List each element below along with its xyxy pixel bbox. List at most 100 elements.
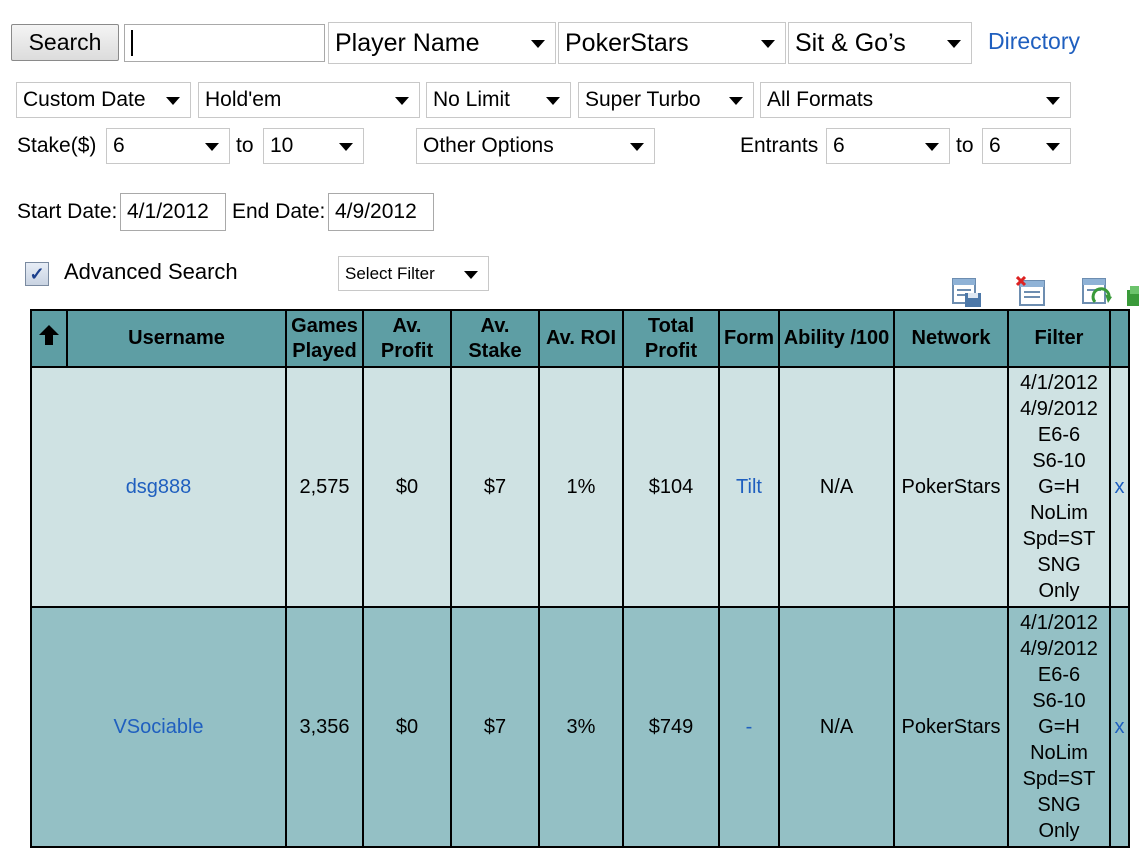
entrants-to-value: 6 xyxy=(989,134,1001,157)
username-link[interactable]: VSociable xyxy=(113,716,203,738)
ability-cell: N/A xyxy=(778,606,895,848)
form-cell: - xyxy=(718,606,780,848)
select-filter-dropdown[interactable]: Select Filter xyxy=(338,256,489,291)
stake-to-label: to xyxy=(236,134,254,157)
select-filter-value: Select Filter xyxy=(345,263,435,283)
other-options-value: Other Options xyxy=(423,134,554,157)
advanced-search-checkbox[interactable]: ✓ xyxy=(25,262,49,286)
directory-link[interactable]: Directory xyxy=(988,28,1080,55)
filter-line: 4/9/2012 xyxy=(1020,638,1098,660)
results-table: Username Games Played Av. Profit Av. Sta… xyxy=(30,309,1130,848)
end-date-input[interactable]: 4/9/2012 xyxy=(328,193,434,231)
sort-up-arrow-icon[interactable] xyxy=(38,324,60,346)
search-button[interactable]: Search xyxy=(11,24,119,61)
speed-dropdown[interactable]: Super Turbo xyxy=(578,82,754,118)
stake-from-dropdown[interactable]: 6 xyxy=(106,128,230,164)
av-profit-cell: $0 xyxy=(362,606,452,848)
limit-dropdown[interactable]: No Limit xyxy=(426,82,571,118)
chevron-down-icon xyxy=(729,97,743,105)
start-date-input[interactable]: 4/1/2012 xyxy=(120,193,226,231)
text-cursor xyxy=(131,30,133,56)
filter-line: Spd=ST xyxy=(1022,768,1096,790)
chevron-down-icon xyxy=(531,40,545,48)
game-dropdown[interactable]: Hold'em xyxy=(198,82,420,118)
refresh-filter-icon[interactable] xyxy=(1081,276,1113,308)
column-header-username[interactable]: Username xyxy=(66,309,287,368)
column-header-av-profit[interactable]: Av. Profit xyxy=(362,309,452,368)
stake-label: Stake($) xyxy=(17,134,97,157)
limit-value: No Limit xyxy=(433,88,511,111)
chevron-down-icon xyxy=(1046,97,1060,105)
filter-line: NoLim xyxy=(1030,742,1088,764)
remove-row-link[interactable]: x xyxy=(1115,716,1125,738)
filter-line: SNG xyxy=(1037,554,1081,576)
chevron-down-icon xyxy=(205,143,219,151)
stake-from-value: 6 xyxy=(113,134,125,157)
game-category-dropdown[interactable]: Sit & Go’s xyxy=(788,22,972,64)
filter-line: S6-10 xyxy=(1032,450,1086,472)
sort-column-header[interactable] xyxy=(30,309,68,368)
filter-line: NoLim xyxy=(1030,502,1088,524)
chevron-down-icon xyxy=(166,97,180,105)
form-link[interactable]: - xyxy=(746,716,753,738)
game-value: Hold'em xyxy=(205,88,282,111)
table-row: VSociable 3,356 $0 $7 3% $749 - N/A Poke… xyxy=(30,606,1130,848)
column-header-total-profit[interactable]: Total Profit xyxy=(622,309,720,368)
filter-line: SNG xyxy=(1037,794,1081,816)
entrants-from-dropdown[interactable]: 6 xyxy=(826,128,950,164)
column-header-av-stake[interactable]: Av. Stake xyxy=(450,309,540,368)
column-header-filter[interactable]: Filter xyxy=(1007,309,1111,368)
network-dropdown[interactable]: PokerStars xyxy=(558,22,786,64)
chevron-down-icon xyxy=(1046,143,1060,151)
games-played-cell: 2,575 xyxy=(285,366,364,608)
filter-line: 4/9/2012 xyxy=(1020,398,1098,420)
form-cell: Tilt xyxy=(718,366,780,608)
filter-line: 4/1/2012 xyxy=(1020,612,1098,634)
username-link[interactable]: dsg888 xyxy=(126,476,192,498)
search-by-dropdown[interactable]: Player Name xyxy=(328,22,556,64)
entrants-to-label: to xyxy=(956,134,974,157)
filter-cell: 4/1/2012 4/9/2012 E6-6 S6-10 G=H NoLim S… xyxy=(1007,606,1111,848)
stake-to-dropdown[interactable]: 10 xyxy=(263,128,364,164)
chevron-down-icon xyxy=(761,40,775,48)
av-stake-cell: $7 xyxy=(450,366,540,608)
column-header-ability[interactable]: Ability /100 xyxy=(778,309,895,368)
total-profit-cell: $749 xyxy=(622,606,720,848)
av-roi-cell: 1% xyxy=(538,366,624,608)
delete-filter-icon[interactable] xyxy=(1016,276,1048,308)
remove-row-link[interactable]: x xyxy=(1115,476,1125,498)
game-category-value: Sit & Go’s xyxy=(795,28,906,57)
network-value: PokerStars xyxy=(565,28,689,57)
column-header-games-played[interactable]: Games Played xyxy=(285,309,364,368)
format-dropdown[interactable]: All Formats xyxy=(760,82,1071,118)
form-link[interactable]: Tilt xyxy=(736,476,762,498)
search-input[interactable] xyxy=(124,24,325,62)
av-stake-cell: $7 xyxy=(450,606,540,848)
other-options-dropdown[interactable]: Other Options xyxy=(416,128,655,164)
chevron-down-icon xyxy=(395,97,409,105)
column-header-network[interactable]: Network xyxy=(893,309,1009,368)
column-header-av-roi[interactable]: Av. ROI xyxy=(538,309,624,368)
advanced-search-label: Advanced Search xyxy=(64,259,238,284)
date-range-dropdown[interactable]: Custom Date xyxy=(16,82,191,118)
chevron-down-icon xyxy=(925,143,939,151)
games-played-cell: 3,356 xyxy=(285,606,364,848)
entrants-to-dropdown[interactable]: 6 xyxy=(982,128,1071,164)
username-cell: VSociable xyxy=(30,606,287,848)
remove-cell: x xyxy=(1109,366,1130,608)
entrants-label: Entrants xyxy=(740,134,819,157)
entrants-from-value: 6 xyxy=(833,134,845,157)
end-date-label: End Date: xyxy=(232,200,326,223)
speed-value: Super Turbo xyxy=(585,88,701,111)
filter-cell: 4/1/2012 4/9/2012 E6-6 S6-10 G=H NoLim S… xyxy=(1007,366,1111,608)
export-icon[interactable] xyxy=(1125,282,1139,310)
column-header-remove xyxy=(1109,309,1130,368)
column-header-form[interactable]: Form xyxy=(718,309,780,368)
date-range-value: Custom Date xyxy=(23,88,146,111)
save-filter-icon[interactable] xyxy=(951,276,983,308)
checkmark-icon: ✓ xyxy=(29,263,45,284)
format-value: All Formats xyxy=(767,88,874,111)
chevron-down-icon xyxy=(339,143,353,151)
end-date-value: 4/9/2012 xyxy=(335,200,417,223)
av-roi-cell: 3% xyxy=(538,606,624,848)
